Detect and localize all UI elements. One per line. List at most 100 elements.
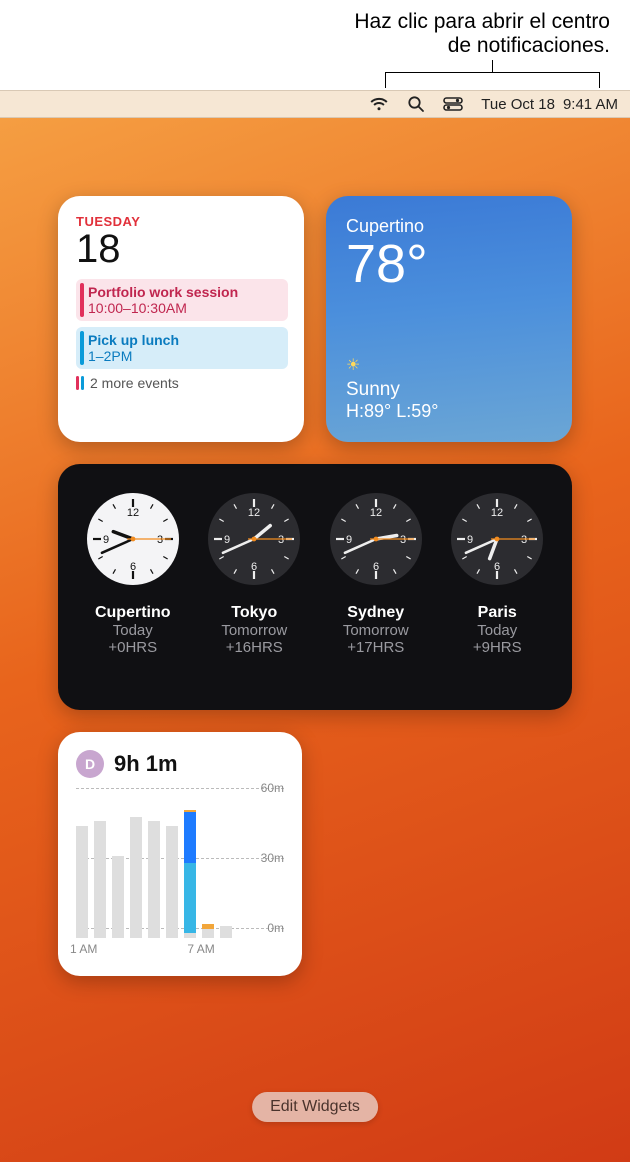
svg-text:3: 3 bbox=[157, 534, 163, 546]
screentime-ytick: 0m bbox=[267, 921, 284, 935]
worldclock-city-name: Tokyo bbox=[205, 604, 303, 622]
weather-sun-row: ☀︎ bbox=[346, 355, 438, 375]
screentime-bar bbox=[220, 926, 232, 938]
calendar-event[interactable]: Pick up lunch 1–2PM bbox=[76, 327, 288, 369]
screentime-gridline bbox=[76, 788, 284, 789]
event-title: Portfolio work session bbox=[88, 284, 280, 300]
svg-text:6: 6 bbox=[373, 561, 379, 573]
screentime-bar bbox=[184, 810, 196, 938]
svg-text:9: 9 bbox=[224, 534, 230, 546]
event-accent-bar bbox=[80, 331, 84, 365]
callout-line2: de notificaciones. bbox=[0, 34, 610, 58]
screentime-ytick: 60m bbox=[261, 781, 284, 795]
edit-widgets-label: Edit Widgets bbox=[270, 1098, 360, 1115]
screentime-xtick bbox=[175, 942, 187, 956]
worldclock-city-offset: +16HRS bbox=[205, 639, 303, 656]
screentime-widget[interactable]: D 9h 1m 0m30m60m 1 AM7 AM bbox=[58, 732, 302, 976]
svg-text:9: 9 bbox=[103, 534, 109, 546]
screentime-xtick bbox=[139, 942, 151, 956]
screentime-bar bbox=[202, 924, 214, 938]
calendar-date-number: 18 bbox=[76, 229, 288, 269]
screentime-gridline bbox=[76, 928, 284, 929]
worldclock-city: 12369 ParisToday+9HRS bbox=[448, 490, 546, 692]
svg-text:3: 3 bbox=[521, 534, 527, 546]
svg-text:9: 9 bbox=[467, 534, 473, 546]
screentime-avatar: D bbox=[76, 750, 104, 778]
weather-range: H:89° L:59° bbox=[346, 401, 438, 422]
more-events-bars bbox=[76, 376, 84, 390]
screentime-bar bbox=[148, 821, 160, 938]
screentime-bar-segment bbox=[94, 821, 106, 938]
screentime-xtick: 1 AM bbox=[70, 942, 97, 956]
sun-icon: ☀︎ bbox=[346, 355, 360, 375]
wifi-icon[interactable] bbox=[369, 97, 389, 111]
svg-text:12: 12 bbox=[248, 507, 260, 519]
screentime-xaxis: 1 AM7 AM bbox=[76, 942, 284, 956]
svg-text:12: 12 bbox=[127, 507, 139, 519]
screentime-xtick bbox=[121, 942, 133, 956]
calendar-widget[interactable]: TUESDAY 18 Portfolio work session 10:00–… bbox=[58, 196, 304, 442]
worldclock-widget[interactable]: 12369 CupertinoToday+0HRS 12369 TokyoTom… bbox=[58, 464, 572, 710]
worldclock-city-day: Tomorrow bbox=[327, 622, 425, 639]
menubar-datetime[interactable]: Tue Oct 18 9:41 AM bbox=[481, 96, 618, 113]
svg-text:6: 6 bbox=[494, 561, 500, 573]
screentime-bar-segment bbox=[184, 812, 196, 863]
screentime-bar-segment bbox=[130, 817, 142, 938]
screentime-total: 9h 1m bbox=[114, 751, 178, 777]
weather-widget[interactable]: Cupertino 78° ☀︎ Sunny H:89° L:59° bbox=[326, 196, 572, 442]
edit-widgets-button[interactable]: Edit Widgets bbox=[252, 1092, 378, 1122]
svg-text:6: 6 bbox=[130, 561, 136, 573]
widget-column: TUESDAY 18 Portfolio work session 10:00–… bbox=[58, 196, 596, 976]
screentime-bar-segment bbox=[148, 821, 160, 938]
screentime-ytick: 30m bbox=[261, 851, 284, 865]
worldclock-city-offset: +9HRS bbox=[448, 639, 546, 656]
screentime-bar-segment bbox=[112, 856, 124, 938]
callout-text: Haz clic para abrir el centro de notific… bbox=[0, 10, 610, 58]
menubar-time: 9:41 AM bbox=[563, 96, 618, 113]
calendar-more-label: 2 more events bbox=[90, 375, 179, 391]
control-center-icon[interactable] bbox=[443, 97, 463, 111]
menubar-date: Tue Oct 18 bbox=[481, 96, 555, 113]
screentime-bar-segment bbox=[220, 926, 232, 938]
desktop-background: TUESDAY 18 Portfolio work session 10:00–… bbox=[0, 118, 630, 1162]
calendar-event[interactable]: Portfolio work session 10:00–10:30AM bbox=[76, 279, 288, 321]
screentime-xtick bbox=[157, 942, 169, 956]
calendar-more-events[interactable]: 2 more events bbox=[76, 375, 288, 391]
screentime-xtick: 7 AM bbox=[187, 942, 214, 956]
callout-stem bbox=[492, 60, 493, 72]
worldclock-city-name: Sydney bbox=[327, 604, 425, 622]
screentime-chart: 0m30m60m bbox=[76, 788, 284, 938]
screentime-xtick bbox=[239, 942, 251, 956]
screentime-bar bbox=[112, 856, 124, 938]
screentime-bar-segment bbox=[76, 826, 88, 938]
screentime-bar-segment bbox=[184, 810, 196, 812]
svg-text:12: 12 bbox=[491, 507, 503, 519]
screentime-gridline bbox=[76, 858, 284, 859]
worldclock-city-day: Tomorrow bbox=[205, 622, 303, 639]
svg-text:3: 3 bbox=[278, 534, 284, 546]
event-title: Pick up lunch bbox=[88, 332, 280, 348]
svg-text:9: 9 bbox=[346, 534, 352, 546]
screentime-bar bbox=[130, 817, 142, 938]
svg-text:6: 6 bbox=[251, 561, 257, 573]
worldclock-city-name: Cupertino bbox=[84, 604, 182, 622]
avatar-letter: D bbox=[85, 756, 95, 772]
worldclock-city-name: Paris bbox=[448, 604, 546, 622]
worldclock-city: 12369 CupertinoToday+0HRS bbox=[84, 490, 182, 692]
worldclock-city-offset: +17HRS bbox=[327, 639, 425, 656]
screentime-xtick bbox=[221, 942, 233, 956]
event-time: 10:00–10:30AM bbox=[88, 300, 280, 316]
screentime-bar bbox=[166, 826, 178, 938]
event-accent-bar bbox=[80, 283, 84, 317]
event-time: 1–2PM bbox=[88, 348, 280, 364]
screentime-xtick bbox=[103, 942, 115, 956]
callout-bracket bbox=[385, 72, 600, 88]
worldclock-city-offset: +0HRS bbox=[84, 639, 182, 656]
screentime-bar-segment bbox=[166, 826, 178, 938]
screentime-bar-segment bbox=[184, 863, 196, 933]
weather-condition: Sunny bbox=[346, 379, 438, 401]
screentime-bar-segment bbox=[202, 929, 214, 938]
search-icon[interactable] bbox=[407, 95, 425, 113]
screentime-bar bbox=[94, 821, 106, 938]
worldclock-city: 12369 SydneyTomorrow+17HRS bbox=[327, 490, 425, 692]
